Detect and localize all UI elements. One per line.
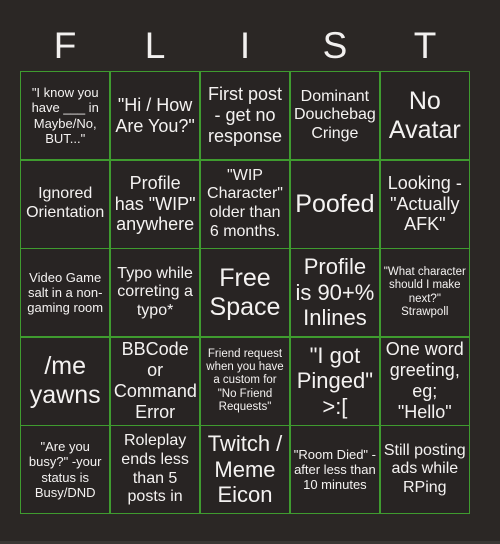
bingo-cell-label: Friend request when you have a custom fo… bbox=[206, 347, 284, 413]
bingo-cell[interactable]: Free Space bbox=[200, 249, 290, 336]
bingo-cell[interactable]: Twitch / Meme Eicon bbox=[200, 426, 290, 513]
bingo-cell[interactable]: Video Game salt in a non-gaming room bbox=[21, 249, 110, 336]
bingo-cell-label: Profile is 90+% Inlines bbox=[295, 254, 375, 331]
bingo-cell-label: One word greeting, eg; "Hello" bbox=[385, 339, 464, 422]
bingo-cell-label: Twitch / Meme Eicon bbox=[207, 431, 283, 508]
bingo-cell[interactable]: /me yawns bbox=[21, 337, 110, 425]
bingo-header: F L I S T bbox=[20, 20, 470, 71]
bingo-cell[interactable]: No Avatar bbox=[380, 72, 469, 159]
bingo-cell-label: "I know you have ___ in Maybe/No, BUT...… bbox=[31, 85, 99, 146]
bingo-cell[interactable]: Profile is 90+% Inlines bbox=[290, 249, 380, 336]
bingo-cell-label: "Are you busy?" -your status is Busy/DND bbox=[28, 439, 102, 500]
bingo-cell[interactable]: Typo while correting a typo* bbox=[110, 249, 200, 336]
header-letter-l: L bbox=[144, 25, 166, 66]
bingo-cell[interactable]: Poofed bbox=[290, 160, 380, 248]
header-letter-f: F bbox=[53, 25, 77, 66]
bingo-cell-label: Roleplay ends less than 5 posts in bbox=[121, 432, 189, 506]
bingo-cell-label: BBCode or Command Error bbox=[113, 339, 197, 422]
header-letter-s: S bbox=[322, 25, 348, 66]
bingo-cell[interactable]: "Hi / How Are You?" bbox=[110, 72, 200, 159]
bingo-cell[interactable]: Dominant Douchebag Cringe bbox=[290, 72, 380, 159]
bingo-cell-label: Ignored Orientation bbox=[26, 185, 105, 221]
bingo-cell-label: Typo while correting a typo* bbox=[117, 264, 193, 319]
bingo-cell[interactable]: Ignored Orientation bbox=[21, 160, 110, 248]
bingo-cell-label: Profile has "WIP" anywhere bbox=[114, 172, 196, 235]
bingo-cell-label: /me yawns bbox=[29, 352, 101, 409]
bingo-card: F L I S T "I know you have ___ in Maybe/… bbox=[0, 0, 500, 544]
bingo-cell[interactable]: "What character should I make next?" Str… bbox=[380, 249, 469, 336]
bingo-cell-label: Still posting ads while RPing bbox=[383, 441, 466, 496]
bingo-cell-label: First post - get no response bbox=[207, 84, 283, 146]
bingo-cell-label: "I got Pinged" >:[ bbox=[296, 342, 374, 419]
bingo-cell-label: No Avatar bbox=[388, 86, 461, 144]
bingo-grid: "I know you have ___ in Maybe/No, BUT...… bbox=[20, 71, 470, 514]
bingo-cell[interactable]: Still posting ads while RPing bbox=[380, 426, 469, 513]
bingo-cell[interactable]: "WIP Character" older than 6 months. bbox=[200, 160, 290, 248]
bingo-cell-label: "WIP Character" older than 6 months. bbox=[207, 166, 283, 240]
bingo-cell-label: "Hi / How Are You?" bbox=[115, 94, 195, 136]
bingo-cell[interactable]: Profile has "WIP" anywhere bbox=[110, 160, 200, 248]
bingo-cell[interactable]: BBCode or Command Error bbox=[110, 337, 200, 425]
bingo-cell-label: "Room Died" - after less than 10 minutes bbox=[293, 446, 376, 493]
bingo-cell[interactable]: "I got Pinged" >:[ bbox=[290, 337, 380, 425]
header-letter-t: T bbox=[413, 25, 437, 66]
bingo-cell-label: Poofed bbox=[295, 189, 375, 218]
bingo-cell[interactable]: "I know you have ___ in Maybe/No, BUT...… bbox=[21, 72, 110, 159]
bingo-cell-label: Dominant Douchebag Cringe bbox=[293, 87, 376, 142]
bingo-cell-label: Video Game salt in a non-gaming room bbox=[27, 269, 104, 316]
bingo-cell[interactable]: "Room Died" - after less than 10 minutes bbox=[290, 426, 380, 513]
bingo-cell[interactable]: First post - get no response bbox=[200, 72, 290, 159]
bingo-cell[interactable]: Roleplay ends less than 5 posts in bbox=[110, 426, 200, 513]
bingo-cell-label: Looking - "Actually AFK" bbox=[387, 172, 462, 235]
bingo-cell[interactable]: Looking - "Actually AFK" bbox=[380, 160, 469, 248]
bingo-cell[interactable]: One word greeting, eg; "Hello" bbox=[380, 337, 469, 425]
bingo-cell[interactable]: Friend request when you have a custom fo… bbox=[200, 337, 290, 425]
bingo-cell-label: "What character should I make next?" Str… bbox=[383, 265, 466, 318]
bingo-cell-label: Free Space bbox=[209, 263, 281, 321]
header-letter-i: I bbox=[239, 25, 251, 66]
bingo-cell[interactable]: "Are you busy?" -your status is Busy/DND bbox=[21, 426, 110, 513]
